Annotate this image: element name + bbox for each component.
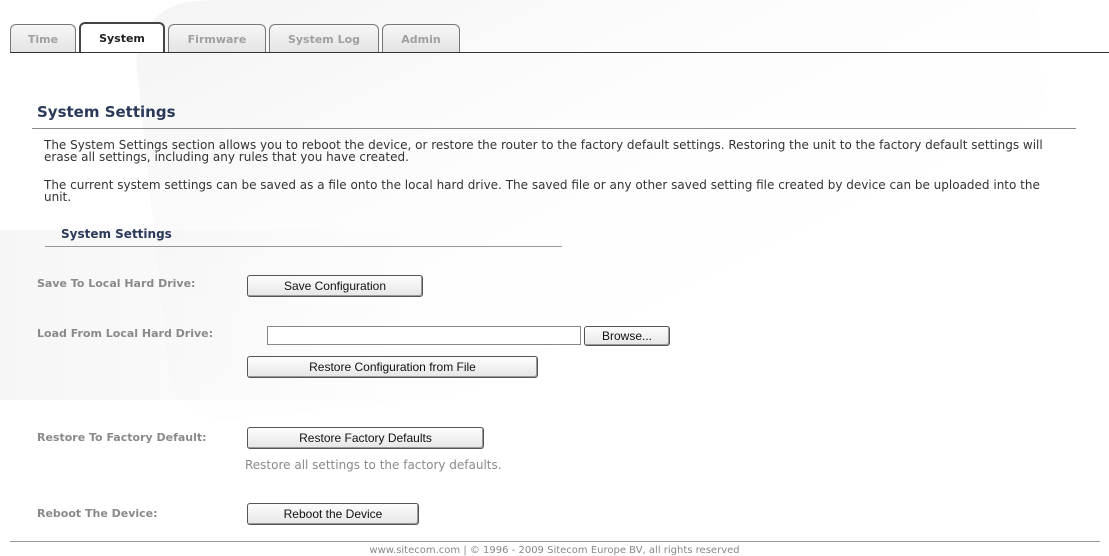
tab-time[interactable]: Time [10,24,76,52]
footer-divider [10,541,1100,542]
config-file-input[interactable] [267,326,581,345]
description-save-load: The current system settings can be saved… [44,178,1040,204]
tab-bar: Time System Firmware System Log Admin [10,22,1109,54]
factory-default-label: Restore To Factory Default: [37,431,207,444]
tab-baseline [10,52,1109,53]
restore-factory-defaults-button[interactable]: Restore Factory Defaults [247,427,484,449]
section-title: System Settings [61,227,172,241]
save-configuration-button[interactable]: Save Configuration [247,275,423,297]
title-divider [32,128,1076,129]
browse-button[interactable]: Browse... [584,326,670,346]
restore-configuration-button[interactable]: Restore Configuration from File [247,356,538,378]
page-title: System Settings [37,103,176,121]
description-reboot-restore: The System Settings section allows you t… [44,138,1043,164]
factory-default-hint: Restore all settings to the factory defa… [245,458,502,472]
footer-copyright: www.sitecom.com | © 1996 - 2009 Sitecom … [369,545,740,556]
section-divider [45,246,562,247]
tab-system-log[interactable]: System Log [269,24,379,52]
tab-system[interactable]: System [79,22,165,52]
reboot-label: Reboot The Device: [37,507,158,520]
reboot-device-button[interactable]: Reboot the Device [247,503,419,525]
load-label: Load From Local Hard Drive: [37,327,213,340]
tab-admin[interactable]: Admin [382,24,460,52]
tab-firmware[interactable]: Firmware [168,24,266,52]
save-label: Save To Local Hard Drive: [37,277,196,290]
